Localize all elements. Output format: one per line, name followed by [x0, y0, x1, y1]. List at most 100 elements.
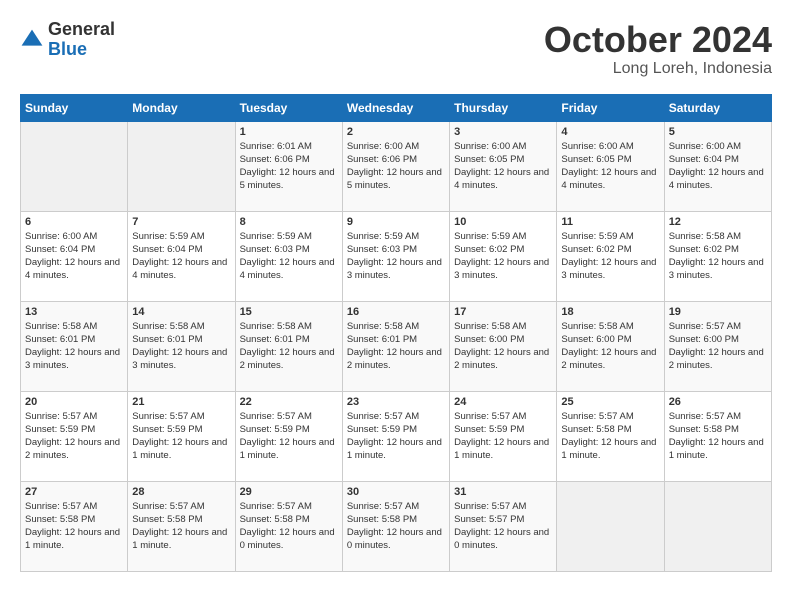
cell-text: Sunrise: 5:59 AMSunset: 6:02 PMDaylight:…: [454, 230, 552, 283]
cell-text: Sunrise: 5:57 AMSunset: 5:59 PMDaylight:…: [347, 410, 445, 463]
day-number: 27: [25, 486, 123, 498]
day-number: 28: [132, 486, 230, 498]
cell-text: Sunrise: 5:57 AMSunset: 5:59 PMDaylight:…: [454, 410, 552, 463]
day-header-saturday: Saturday: [664, 94, 771, 121]
calendar-cell: 15 Sunrise: 5:58 AMSunset: 6:01 PMDayligh…: [235, 301, 342, 391]
cell-text: Sunrise: 5:57 AMSunset: 5:58 PMDaylight:…: [347, 500, 445, 553]
cell-text: Sunrise: 5:58 AMSunset: 6:01 PMDaylight:…: [240, 320, 338, 373]
day-header-sunday: Sunday: [21, 94, 128, 121]
day-number: 3: [454, 126, 552, 138]
day-number: 18: [561, 306, 659, 318]
cell-text: Sunrise: 5:57 AMSunset: 5:58 PMDaylight:…: [561, 410, 659, 463]
calendar-cell: 18Sunrise: 5:58 AMSunset: 6:00 PMDayligh…: [557, 301, 664, 391]
day-number: 1: [240, 126, 338, 138]
day-header-tuesday: Tuesday: [235, 94, 342, 121]
calendar-cell: 31 Sunrise: 5:57 AMSunset: 5:57 PMDayligh…: [450, 481, 557, 571]
day-number: 12: [669, 216, 767, 228]
calendar-cell: 17 Sunrise: 5:58 AMSunset: 6:00 PMDayligh…: [450, 301, 557, 391]
cell-text: Sunrise: 5:57 AMSunset: 5:59 PMDaylight:…: [132, 410, 230, 463]
day-number: 17: [454, 306, 552, 318]
calendar-cell: 29 Sunrise: 5:57 AMSunset: 5:58 PMDayligh…: [235, 481, 342, 571]
calendar-week-row: 13 Sunrise: 5:58 AMSunset: 6:01 PMDayligh…: [21, 301, 772, 391]
calendar-cell: 16Sunrise: 5:58 AMSunset: 6:01 PMDayligh…: [342, 301, 449, 391]
calendar-cell: 11 Sunrise: 5:59 AMSunset: 6:02 PMDayligh…: [557, 211, 664, 301]
calendar-cell: 22Sunrise: 5:57 AMSunset: 5:59 PMDayligh…: [235, 391, 342, 481]
cell-text: Sunrise: 5:57 AMSunset: 6:00 PMDaylight:…: [669, 320, 767, 373]
day-number: 23: [347, 396, 445, 408]
cell-text: Sunrise: 5:57 AMSunset: 5:58 PMDaylight:…: [25, 500, 123, 553]
calendar-cell: 24 Sunrise: 5:57 AMSunset: 5:59 PMDayligh…: [450, 391, 557, 481]
calendar-cell: 26 Sunrise: 5:57 AMSunset: 5:58 PMDayligh…: [664, 391, 771, 481]
calendar-cell: [664, 481, 771, 571]
cell-text: Sunrise: 5:59 AMSunset: 6:02 PMDaylight:…: [561, 230, 659, 283]
day-number: 30: [347, 486, 445, 498]
day-number: 8: [240, 216, 338, 228]
calendar-cell: 6 Sunrise: 6:00 AMSunset: 6:04 PMDaylight…: [21, 211, 128, 301]
cell-text: Sunrise: 5:57 AMSunset: 5:57 PMDaylight:…: [454, 500, 552, 553]
day-number: 19: [669, 306, 767, 318]
day-number: 9: [347, 216, 445, 228]
day-number: 25: [561, 396, 659, 408]
calendar-cell: 20 Sunrise: 5:57 AMSunset: 5:59 PMDayligh…: [21, 391, 128, 481]
calendar-cell: 9 Sunrise: 5:59 AMSunset: 6:03 PMDaylight…: [342, 211, 449, 301]
day-number: 11: [561, 216, 659, 228]
day-number: 20: [25, 396, 123, 408]
day-header-friday: Friday: [557, 94, 664, 121]
calendar-cell: 12 Sunrise: 5:58 AMSunset: 6:02 PMDayligh…: [664, 211, 771, 301]
day-number: 14: [132, 306, 230, 318]
logo: General Blue: [20, 20, 115, 60]
cell-text: Sunrise: 6:00 AMSunset: 6:04 PMDaylight:…: [669, 140, 767, 193]
day-header-thursday: Thursday: [450, 94, 557, 121]
calendar-cell: 19 Sunrise: 5:57 AMSunset: 6:00 PMDayligh…: [664, 301, 771, 391]
calendar-cell: 1 Sunrise: 6:01 AMSunset: 6:06 PMDaylight…: [235, 121, 342, 211]
cell-text: Sunrise: 5:57 AMSunset: 5:59 PMDaylight:…: [25, 410, 123, 463]
calendar-cell: 13Sunrise: 5:58 AMSunset: 6:01 PMDayligh…: [21, 301, 128, 391]
month-title: October 2024: [544, 20, 772, 60]
calendar-week-row: 27 Sunrise: 5:57 AMSunset: 5:58 PMDayligh…: [21, 481, 772, 571]
day-number: 31: [454, 486, 552, 498]
calendar-cell: 7Sunrise: 5:59 AMSunset: 6:04 PMDaylight…: [128, 211, 235, 301]
calendar-cell: 10 Sunrise: 5:59 AMSunset: 6:02 PMDayligh…: [450, 211, 557, 301]
cell-text: Sunrise: 6:00 AMSunset: 6:06 PMDaylight:…: [347, 140, 445, 193]
day-number: 4: [561, 126, 659, 138]
day-number: 6: [25, 216, 123, 228]
calendar-cell: 30 Sunrise: 5:57 AMSunset: 5:58 PMDayligh…: [342, 481, 449, 571]
cell-text: Sunrise: 5:58 AMSunset: 6:00 PMDaylight:…: [454, 320, 552, 373]
calendar-cell: [128, 121, 235, 211]
day-number: 15: [240, 306, 338, 318]
calendar-table: SundayMondayTuesdayWednesdayThursdayFrid…: [20, 94, 772, 572]
day-number: 13: [25, 306, 123, 318]
calendar-week-row: 1 Sunrise: 6:01 AMSunset: 6:06 PMDaylight…: [21, 121, 772, 211]
cell-text: Sunrise: 5:59 AMSunset: 6:03 PMDaylight:…: [347, 230, 445, 283]
page-header: General Blue October 2024 Long Loreh, In…: [20, 20, 772, 78]
day-header-monday: Monday: [128, 94, 235, 121]
calendar-cell: 28 Sunrise: 5:57 AMSunset: 5:58 PMDayligh…: [128, 481, 235, 571]
cell-text: Sunrise: 5:57 AMSunset: 5:58 PMDaylight:…: [240, 500, 338, 553]
day-number: 2: [347, 126, 445, 138]
day-number: 16: [347, 306, 445, 318]
title-block: October 2024 Long Loreh, Indonesia: [544, 20, 772, 78]
cell-text: Sunrise: 5:58 AMSunset: 6:01 PMDaylight:…: [132, 320, 230, 373]
calendar-cell: 25 Sunrise: 5:57 AMSunset: 5:58 PMDayligh…: [557, 391, 664, 481]
cell-text: Sunrise: 5:57 AMSunset: 5:58 PMDaylight:…: [132, 500, 230, 553]
calendar-cell: 4Sunrise: 6:00 AMSunset: 6:05 PMDaylight…: [557, 121, 664, 211]
calendar-cell: [21, 121, 128, 211]
cell-text: Sunrise: 6:00 AMSunset: 6:04 PMDaylight:…: [25, 230, 123, 283]
calendar-cell: 23 Sunrise: 5:57 AMSunset: 5:59 PMDayligh…: [342, 391, 449, 481]
calendar-cell: 21Sunrise: 5:57 AMSunset: 5:59 PMDayligh…: [128, 391, 235, 481]
cell-text: Sunrise: 5:57 AMSunset: 5:58 PMDaylight:…: [669, 410, 767, 463]
calendar-cell: 2 Sunrise: 6:00 AMSunset: 6:06 PMDaylight…: [342, 121, 449, 211]
day-number: 24: [454, 396, 552, 408]
day-number: 5: [669, 126, 767, 138]
calendar-cell: [557, 481, 664, 571]
calendar-cell: 14 Sunrise: 5:58 AMSunset: 6:01 PMDayligh…: [128, 301, 235, 391]
calendar-cell: 8 Sunrise: 5:59 AMSunset: 6:03 PMDaylight…: [235, 211, 342, 301]
cell-text: Sunrise: 6:01 AMSunset: 6:06 PMDaylight:…: [240, 140, 338, 193]
day-number: 29: [240, 486, 338, 498]
day-number: 26: [669, 396, 767, 408]
cell-text: Sunrise: 5:57 AMSunset: 5:59 PMDaylight:…: [240, 410, 338, 463]
cell-text: Sunrise: 5:58 AMSunset: 6:02 PMDaylight:…: [669, 230, 767, 283]
day-number: 10: [454, 216, 552, 228]
cell-text: Sunrise: 5:59 AMSunset: 6:03 PMDaylight:…: [240, 230, 338, 283]
calendar-week-row: 6 Sunrise: 6:00 AMSunset: 6:04 PMDaylight…: [21, 211, 772, 301]
